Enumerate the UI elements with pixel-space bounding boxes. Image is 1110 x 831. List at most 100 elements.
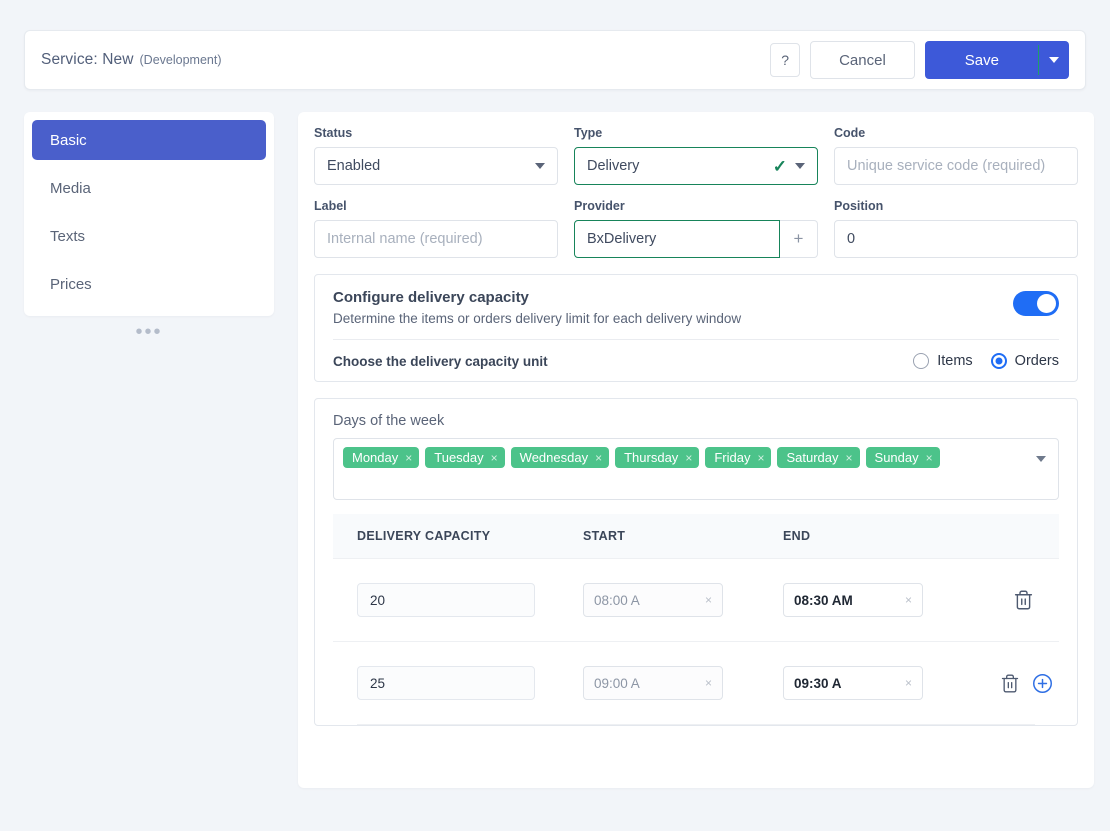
chevron-down-icon: [535, 163, 545, 169]
close-icon[interactable]: ×: [595, 451, 602, 465]
start-time-input[interactable]: 09:00 A ×: [583, 666, 723, 700]
help-button[interactable]: ?: [770, 43, 801, 77]
close-icon[interactable]: ×: [685, 451, 692, 465]
position-input[interactable]: 0: [834, 220, 1078, 258]
row-capacity-cell: 25: [357, 666, 583, 700]
day-tag-label: Wednesday: [519, 450, 589, 465]
chevron-down-icon: [1049, 57, 1059, 63]
clear-icon[interactable]: ×: [705, 676, 712, 690]
end-time-input[interactable]: 08:30 AM ×: [783, 583, 923, 617]
code-field-group: Code Unique service code (required): [834, 126, 1078, 185]
radio-option-items[interactable]: Items: [913, 353, 973, 369]
provider-label: Provider: [574, 199, 625, 213]
code-input[interactable]: Unique service code (required): [834, 147, 1078, 185]
start-time-input[interactable]: 08:00 A ×: [583, 583, 723, 617]
end-time-input[interactable]: 09:30 A ×: [783, 666, 923, 700]
start-time-value: 09:00 A: [594, 675, 640, 691]
table-row: 20 08:00 A × 08:30 AM ×: [333, 558, 1059, 641]
status-select[interactable]: Enabled: [314, 147, 558, 185]
end-time-value: 09:30 A: [794, 675, 842, 691]
days-of-week-multiselect[interactable]: Monday × Tuesday × Wednesday × Thursday …: [333, 438, 1059, 500]
day-tag-saturday[interactable]: Saturday ×: [777, 447, 860, 468]
delivery-capacity-card: Configure delivery capacity Determine th…: [314, 274, 1078, 382]
page-title-main: Service: New: [41, 51, 134, 68]
clear-icon[interactable]: ×: [905, 593, 912, 607]
sidebar-item-basic[interactable]: Basic: [32, 120, 266, 160]
clear-icon[interactable]: ×: [905, 676, 912, 690]
sidebar-item-label: Media: [50, 179, 91, 197]
main-content-panel: Status Enabled Type Delivery ✓ Code Uniq…: [298, 112, 1094, 788]
close-icon[interactable]: ×: [405, 451, 412, 465]
capacity-input[interactable]: 20: [357, 583, 535, 617]
cancel-button[interactable]: Cancel: [810, 41, 915, 79]
status-label: Status: [314, 126, 353, 140]
chevron-down-icon[interactable]: [1036, 456, 1046, 462]
radio-label: Items: [937, 353, 973, 369]
plus-circle-icon[interactable]: [1032, 673, 1053, 694]
delivery-windows-table: DELIVERY CAPACITY START END 20 08:00 A ×…: [333, 514, 1059, 725]
trash-icon[interactable]: [1013, 589, 1034, 611]
page-title-environment: (Development): [139, 53, 222, 67]
day-tag-sunday[interactable]: Sunday ×: [865, 447, 940, 468]
provider-add-button[interactable]: +: [780, 220, 818, 258]
app-root: Service: New (Development) ? Cancel Save…: [0, 0, 1110, 831]
sidebar-item-texts[interactable]: Texts: [32, 216, 266, 256]
day-tag-label: Sunday: [874, 450, 919, 465]
sidebar-item-media[interactable]: Media: [32, 168, 266, 208]
row-start-cell: 09:00 A ×: [583, 666, 783, 700]
chevron-down-icon: [795, 163, 805, 169]
form-row-2: Label Internal name (required) Provider …: [314, 199, 1078, 258]
position-label: Position: [834, 199, 884, 213]
column-header-delivery-capacity: DELIVERY CAPACITY: [357, 529, 491, 543]
check-icon: ✓: [772, 156, 787, 176]
capacity-input[interactable]: 25: [357, 666, 535, 700]
row-end-cell: 08:30 AM ×: [783, 583, 1059, 617]
row-actions: [923, 673, 1059, 694]
capacity-toggle[interactable]: [1013, 291, 1059, 316]
provider-field-group: Provider BxDelivery +: [574, 199, 818, 258]
day-tag-monday[interactable]: Monday ×: [343, 447, 420, 468]
row-actions: [923, 589, 1059, 611]
row-start-cell: 08:00 A ×: [583, 583, 783, 617]
close-icon[interactable]: ×: [846, 451, 853, 465]
capacity-description: Determine the items or orders delivery l…: [333, 311, 742, 326]
radio-option-orders[interactable]: Orders: [990, 353, 1059, 369]
row-capacity-cell: 20: [357, 583, 583, 617]
label-field-group: Label Internal name (required): [314, 199, 558, 258]
capacity-header: Configure delivery capacity Determine th…: [333, 289, 1059, 326]
day-tag-tuesday[interactable]: Tuesday ×: [425, 447, 505, 468]
column-header-end: END: [783, 529, 811, 543]
close-icon[interactable]: ×: [757, 451, 764, 465]
label-input[interactable]: Internal name (required): [314, 220, 558, 258]
page-title: Service: New (Development): [41, 51, 770, 69]
day-tag-friday[interactable]: Friday ×: [705, 447, 772, 468]
save-options-button[interactable]: [1039, 41, 1069, 79]
provider-input[interactable]: BxDelivery: [574, 220, 780, 258]
day-tag-label: Thursday: [624, 450, 679, 465]
plus-icon: +: [793, 229, 804, 248]
type-select[interactable]: Delivery ✓: [574, 147, 818, 185]
label-label: Label: [314, 199, 347, 213]
clear-icon[interactable]: ×: [705, 593, 712, 607]
save-button-group: Save: [924, 41, 1069, 79]
trash-icon[interactable]: [1000, 673, 1020, 694]
save-button[interactable]: Save: [924, 41, 1040, 79]
table-row: 25 09:00 A × 09:30 A ×: [333, 641, 1059, 724]
day-tag-thursday[interactable]: Thursday ×: [615, 447, 700, 468]
sidebar-overflow-button[interactable]: •••: [24, 322, 274, 342]
close-icon[interactable]: ×: [926, 451, 933, 465]
close-icon[interactable]: ×: [491, 451, 498, 465]
day-tag-wednesday[interactable]: Wednesday ×: [510, 447, 610, 468]
sidebar-item-label: Texts: [50, 227, 86, 245]
sidebar-nav: Basic Media Texts Prices: [24, 112, 274, 316]
day-tag-label: Saturday: [786, 450, 839, 465]
capacity-value: 25: [370, 675, 386, 691]
type-label: Type: [574, 126, 603, 140]
sidebar-item-prices[interactable]: Prices: [32, 264, 266, 304]
page-header: Service: New (Development) ? Cancel Save: [24, 30, 1086, 90]
position-value: 0: [847, 231, 856, 247]
divider: [333, 339, 1059, 340]
type-field-group: Type Delivery ✓: [574, 126, 818, 185]
radio-icon: [913, 353, 930, 369]
end-time-value: 08:30 AM: [794, 592, 853, 608]
